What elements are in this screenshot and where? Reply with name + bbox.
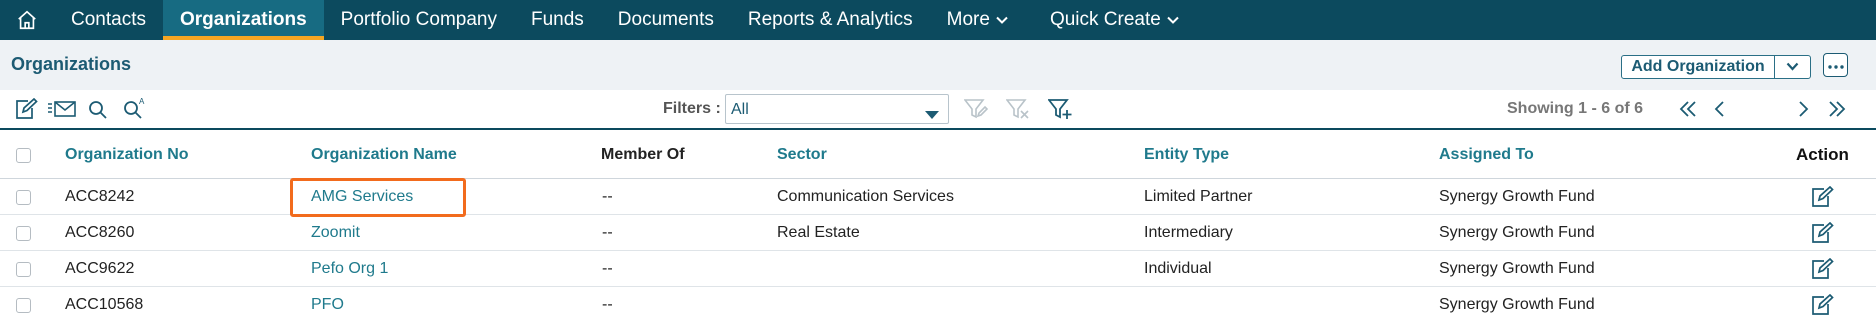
last-page-icon[interactable]: [1827, 99, 1847, 124]
cell-assigned-to: Synergy Growth Fund: [1439, 259, 1595, 277]
edit-icon[interactable]: [1810, 185, 1834, 213]
cell-entity-type: Individual: [1144, 259, 1212, 277]
cell-organization-no: ACC10568: [65, 296, 144, 313]
cell-member-of: --: [602, 187, 613, 205]
row-checkbox[interactable]: [16, 225, 31, 241]
filter-edit-icon[interactable]: [963, 98, 989, 125]
cell-sector: Real Estate: [777, 223, 860, 241]
cell-organization-name-link[interactable]: Pefo Org 1: [311, 260, 388, 278]
nav-quick-create-label: Quick Create: [1049, 9, 1161, 30]
add-organization-label[interactable]: Add Organization: [1622, 56, 1775, 78]
cell-assigned-to: Synergy Growth Fund: [1439, 223, 1595, 241]
cell-organization-name-link[interactable]: PFO: [311, 296, 344, 314]
add-organization-button[interactable]: Add Organization: [1621, 55, 1811, 79]
table-row[interactable]: ACC8242 AMG Services -- Communication Se…: [0, 179, 1876, 215]
cell-member-of: --: [602, 259, 613, 277]
row-checkbox[interactable]: [16, 298, 31, 313]
cell-assigned-to: Synergy Growth Fund: [1439, 296, 1595, 313]
top-nav: Contacts Organizations Portfolio Company…: [0, 0, 1876, 40]
col-organization-name[interactable]: Organization Name: [311, 146, 457, 164]
row-checkbox[interactable]: [16, 189, 31, 205]
cell-sector: Communication Services: [777, 187, 954, 205]
nav-funds-label: Funds: [530, 9, 584, 30]
mass-email-icon[interactable]: [47, 98, 77, 125]
col-entity-type[interactable]: Entity Type: [1144, 146, 1229, 164]
prev-page-icon[interactable]: [1712, 99, 1726, 124]
edit-icon[interactable]: [1810, 293, 1834, 321]
svg-text:A: A: [139, 97, 145, 106]
list-toolbar: A Filters : All Showing 1 - 6 of 6: [0, 90, 1876, 130]
col-member-of[interactable]: Member Of: [601, 146, 685, 164]
filter-select[interactable]: All: [725, 94, 949, 124]
home-icon[interactable]: [0, 0, 54, 40]
col-assigned-to[interactable]: Assigned To: [1439, 146, 1534, 164]
cell-entity-type: Intermediary: [1144, 223, 1233, 241]
table-row[interactable]: ACC9622 Pefo Org 1 -- Individual Synergy…: [0, 251, 1876, 287]
cell-member-of: --: [602, 296, 613, 313]
filter-add-icon[interactable]: [1047, 98, 1074, 125]
chevron-down-icon: [996, 16, 1008, 24]
col-organization-no[interactable]: Organization No: [65, 146, 189, 164]
table-header-row: Organization No Organization Name Member…: [0, 132, 1876, 179]
advanced-search-icon[interactable]: A: [122, 95, 148, 126]
edit-icon[interactable]: [14, 97, 38, 125]
nav-portfolio-label: Portfolio Company: [340, 9, 497, 30]
add-organization-dropdown[interactable]: [1775, 56, 1810, 78]
nav-documents-label: Documents: [617, 9, 714, 30]
nav-reports-analytics[interactable]: Reports & Analytics: [731, 0, 930, 40]
cell-organization-no: ACC8242: [65, 187, 135, 205]
cell-organization-no: ACC8260: [65, 223, 135, 241]
nav-organizations-label: Organizations: [179, 9, 307, 30]
edit-icon[interactable]: [1810, 257, 1834, 285]
table-row[interactable]: ACC10568 PFO -- Synergy Growth Fund: [0, 287, 1876, 323]
nav-documents[interactable]: Documents: [601, 0, 731, 40]
search-icon[interactable]: [87, 98, 109, 125]
organizations-table: Organization No Organization Name Member…: [0, 132, 1876, 323]
chevron-down-icon: [1786, 58, 1799, 76]
col-sector[interactable]: Sector: [777, 146, 827, 164]
cell-organization-no: ACC9622: [65, 259, 135, 277]
select-all-checkbox[interactable]: [16, 148, 31, 163]
filter-select-value: All: [731, 101, 749, 118]
cell-organization-name-link[interactable]: Zoomit: [311, 224, 360, 242]
page-title: Organizations: [11, 54, 132, 74]
nav-more-label: More: [946, 9, 990, 30]
caret-down-icon: [925, 106, 939, 124]
nav-funds[interactable]: Funds: [514, 0, 601, 40]
nav-contacts[interactable]: Contacts: [54, 0, 163, 40]
first-page-icon[interactable]: [1678, 99, 1698, 124]
nav-portfolio-company[interactable]: Portfolio Company: [324, 0, 514, 40]
edit-icon[interactable]: [1810, 221, 1834, 249]
nav-contacts-label: Contacts: [71, 9, 146, 30]
nav-organizations[interactable]: Organizations: [162, 0, 324, 40]
nav-more[interactable]: More: [930, 0, 1025, 40]
page-header: Organizations Add Organization: [0, 40, 1876, 90]
ellipsis-icon: [1827, 56, 1844, 74]
highlight-box: [290, 178, 466, 217]
cell-assigned-to: Synergy Growth Fund: [1439, 187, 1595, 205]
cell-entity-type: Limited Partner: [1144, 187, 1253, 205]
next-page-icon[interactable]: [1797, 99, 1811, 124]
cell-member-of: --: [602, 223, 613, 241]
filter-clear-icon[interactable]: [1005, 98, 1030, 125]
filters-label: Filters :: [663, 100, 721, 117]
more-options-button[interactable]: [1823, 53, 1848, 77]
row-checkbox[interactable]: [16, 261, 31, 277]
chevron-down-icon: [1167, 16, 1179, 24]
nav-quick-create[interactable]: Quick Create: [1033, 0, 1196, 40]
nav-reports-label: Reports & Analytics: [747, 9, 913, 30]
table-row[interactable]: ACC8260 Zoomit -- Real Estate Intermedia…: [0, 215, 1876, 251]
col-action: Action: [1796, 145, 1849, 164]
showing-count: Showing 1 - 6 of 6: [1507, 100, 1644, 117]
